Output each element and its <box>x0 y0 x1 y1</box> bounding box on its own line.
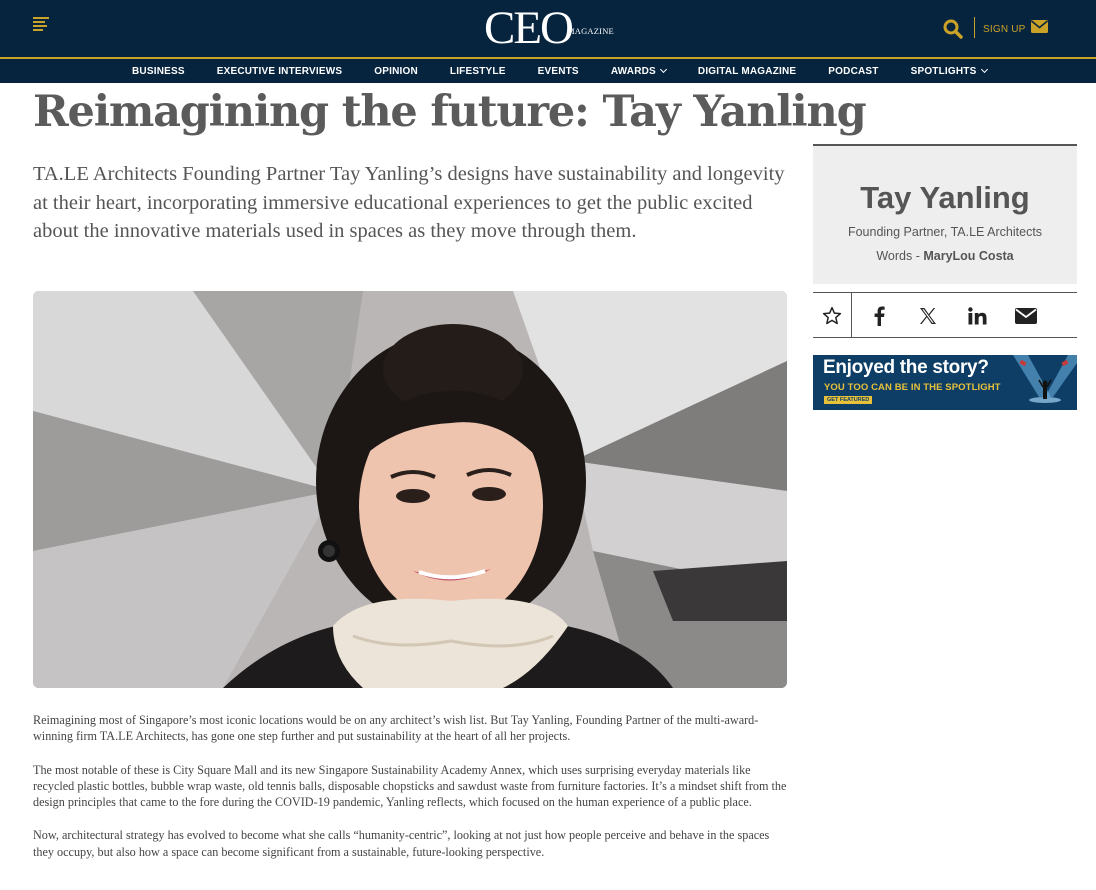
article-headline: Reimagining the future: Tay Yanling <box>33 87 867 137</box>
menu-icon[interactable] <box>33 17 49 31</box>
nav-podcast[interactable]: PODCAST <box>812 66 894 77</box>
chevron-down-icon <box>659 65 667 74</box>
nav-events[interactable]: EVENTS <box>522 66 595 77</box>
hero-portrait-image <box>33 291 787 688</box>
banner-subtitle: YOU TOO CAN BE IN THE SPOTLIGHT <box>824 382 1001 393</box>
profile-role: Founding Partner, TA.LE Architects <box>847 225 1043 239</box>
author-name[interactable]: MaryLou Costa <box>923 249 1013 263</box>
nav-label: PODCAST <box>828 65 879 77</box>
nav-label: OPINION <box>374 65 418 77</box>
nav-label: DIGITAL MAGAZINE <box>697 65 797 77</box>
article-paragraph: The most notable of these is City Square… <box>33 762 787 810</box>
nav-opinion[interactable]: OPINION <box>358 66 434 77</box>
logo-text: CEO <box>484 2 574 54</box>
nav-executive-interviews[interactable]: EXECUTIVE INTERVIEWS <box>201 66 359 77</box>
profile-name: Tay Yanling <box>860 180 1030 215</box>
nav-label: EXECUTIVE INTERVIEWS <box>216 65 343 77</box>
article-standfirst: TA.LE Architects Founding Partner Tay Ya… <box>33 163 785 242</box>
nav-label: LIFESTYLE <box>449 65 506 77</box>
chevron-down-icon <box>980 65 988 74</box>
mail-icon <box>1030 20 1048 38</box>
banner-title: Enjoyed the story? <box>823 357 989 378</box>
nav-label: SPOTLIGHTS <box>910 65 977 77</box>
get-featured-button[interactable]: GET FEATURED <box>824 396 873 404</box>
article-paragraph: Reimagining most of Singapore’s most ico… <box>33 713 759 744</box>
search-icon[interactable] <box>943 19 963 39</box>
nav-label: BUSINESS <box>132 65 185 77</box>
linkedin-icon[interactable] <box>962 293 992 338</box>
nav-label: EVENTS <box>537 65 579 77</box>
nav-business[interactable]: BUSINESS <box>116 66 201 77</box>
spotlight-promo-banner[interactable]: Enjoyed the story? YOU TOO CAN BE IN THE… <box>813 355 1077 410</box>
signup-label: SIGN UP <box>983 23 1026 35</box>
nav-lifestyle[interactable]: LIFESTYLE <box>434 66 522 77</box>
star-icon[interactable] <box>813 293 852 338</box>
profile-card: Tay Yanling Founding Partner, TA.LE Arch… <box>813 144 1077 284</box>
signup-button[interactable]: SIGN UP <box>983 19 1048 39</box>
logo-subtext: MAGAZINE <box>567 26 614 36</box>
ceo-magazine-logo[interactable]: CEO MAGAZINE <box>484 4 614 52</box>
mail-icon[interactable] <box>1011 293 1041 338</box>
x-icon[interactable] <box>913 293 943 338</box>
facebook-icon[interactable] <box>864 293 894 338</box>
article-paragraph: Now, architectural strategy has evolved … <box>33 828 770 859</box>
nav-digital-magazine[interactable]: DIGITAL MAGAZINE <box>682 66 812 77</box>
byline: Words - MaryLou Costa <box>813 249 1077 263</box>
header-divider <box>974 17 975 38</box>
main-nav: BUSINESS EXECUTIVE INTERVIEWS OPINION LI… <box>0 59 1096 83</box>
nav-awards[interactable]: AWARDS <box>595 66 682 77</box>
article-body: Reimagining most of Singapore’s most ico… <box>33 712 793 877</box>
nav-label: AWARDS <box>610 65 656 77</box>
share-bar <box>813 292 1077 338</box>
nav-spotlights[interactable]: SPOTLIGHTS <box>895 66 1003 77</box>
site-header: CEO MAGAZINE SIGN UP <box>0 0 1096 57</box>
byline-label: Words - <box>876 249 924 263</box>
